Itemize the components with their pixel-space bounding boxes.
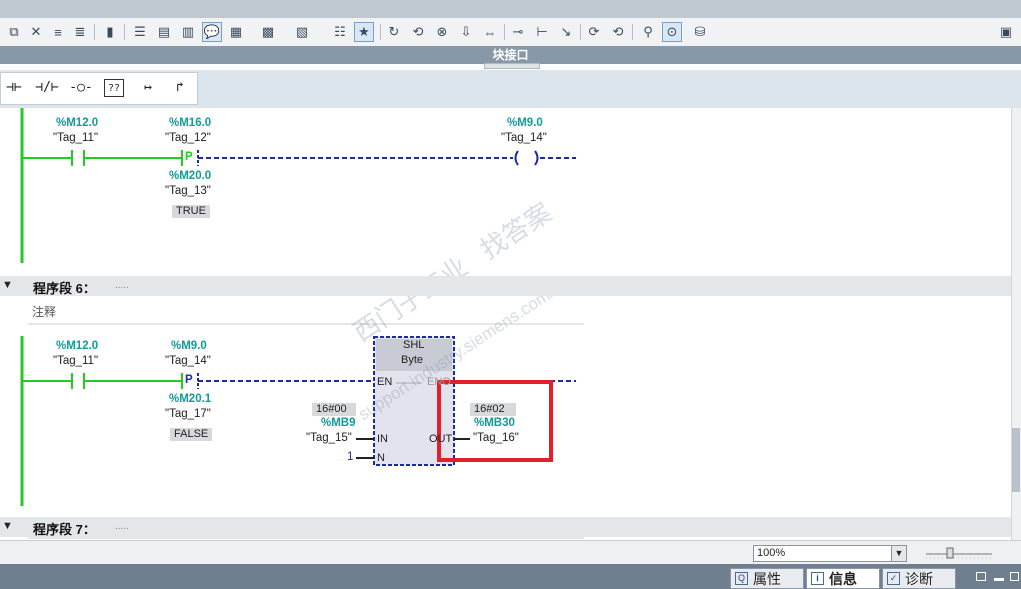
chevron-down-icon[interactable]: ▼	[891, 546, 906, 561]
load-to-icon[interactable]: ▩	[258, 22, 278, 42]
properties-icon: Q	[735, 572, 748, 585]
tag-name[interactable]: "Tag_14"	[165, 355, 211, 367]
collapse-icon[interactable]: ▼	[2, 520, 13, 532]
monitoring-icon[interactable]: ⟲	[608, 22, 628, 42]
load-icon[interactable]: ▦	[226, 22, 246, 42]
close-branch-button[interactable]: ↱	[168, 79, 192, 97]
run-icon[interactable]: ⟳	[584, 22, 604, 42]
network-comment[interactable]: 注释	[32, 303, 56, 320]
coil-left-arc	[514, 150, 519, 166]
pin-out: OUT	[429, 433, 453, 445]
tag-address[interactable]: %M9.0	[507, 117, 543, 129]
networks-on-icon[interactable]: ▤	[154, 22, 174, 42]
download-icon[interactable]: ⇩	[456, 22, 476, 42]
tab-info[interactable]: i 信息	[806, 568, 880, 589]
no-contact-button[interactable]: ⊣⊢	[1, 79, 27, 97]
breakpoint-icon[interactable]: ⊸	[508, 22, 528, 42]
panel-toggle-icon[interactable]: ▣	[996, 22, 1016, 42]
tag-name[interactable]: "Tag_13"	[165, 185, 211, 197]
coil-right-arc	[534, 150, 539, 166]
n-value[interactable]: 1	[347, 451, 353, 463]
connect-icon[interactable]: ⟲	[408, 22, 428, 42]
splitter-handle[interactable]	[484, 63, 540, 69]
pin-in: IN	[377, 433, 388, 445]
insert-row-icon[interactable]: ≡	[48, 22, 68, 42]
step-out-icon[interactable]: ↘	[556, 22, 576, 42]
insert-network-icon[interactable]: ⧉	[4, 22, 24, 42]
tag-name[interactable]: "Tag_11"	[53, 132, 98, 144]
step-icon[interactable]: ⊢	[532, 22, 552, 42]
pin-n: N	[377, 452, 385, 464]
nc-contact-button[interactable]: ⊣/⊢	[32, 79, 62, 97]
network-7-header[interactable]: ▼ 程序段 7： .....	[0, 517, 1011, 537]
list-icon[interactable]: ☷	[330, 22, 350, 42]
restore-icon[interactable]	[976, 572, 986, 581]
editor-toolbar: ⧉ ✕ ≡ ≣ ▮ ☰ ▤ ▥ 💬 ▦ ▩ ▧ ☷ ★ ↻ ⟲ ⊗ ⇩ ⇔ ⊸ …	[0, 18, 1021, 48]
compare-icon[interactable]: ⇔	[480, 22, 500, 42]
p-contact-symbol[interactable]: P	[185, 374, 193, 386]
block-icon[interactable]: ▮	[100, 22, 120, 42]
tag-name[interactable]: "Tag_12"	[165, 132, 211, 144]
delete-network-icon[interactable]: ✕	[26, 22, 46, 42]
monitor-value: 16#02	[470, 403, 516, 416]
empty-box-button[interactable]: ??	[104, 79, 124, 97]
tag-name[interactable]: "Tag_17"	[165, 408, 211, 420]
tag-name[interactable]: "Tag_14"	[501, 132, 547, 144]
box-datatype[interactable]: Byte	[401, 354, 423, 366]
p-contact-symbol[interactable]: P	[185, 151, 193, 163]
tag-address[interactable]: %M16.0	[169, 117, 211, 129]
disconnect-icon[interactable]: ⊗	[432, 22, 452, 42]
zoom-select[interactable]: 100%	[753, 545, 907, 562]
go-to-icon[interactable]: ↻	[384, 22, 404, 42]
monitor-value: 16#00	[312, 403, 356, 416]
pin-eno: ENO	[427, 376, 451, 388]
collapse-icon[interactable]: ▼	[2, 279, 13, 291]
maximize-icon[interactable]	[1010, 572, 1019, 581]
tag-address[interactable]: %M20.1	[169, 393, 211, 405]
network-6-header[interactable]: ▼ 程序段 6： .....	[0, 276, 1011, 296]
tag-address[interactable]: %M12.0	[56, 340, 98, 352]
simulation-icon[interactable]: ⊙	[662, 22, 682, 42]
zoom-slider[interactable]	[924, 546, 994, 562]
coil-button[interactable]: -○-	[66, 79, 96, 97]
comments-toggle-icon[interactable]: 💬	[202, 22, 222, 42]
tab-diagnostics[interactable]: ✓ 诊断	[882, 568, 956, 589]
absolute-operands-icon[interactable]: ☰	[130, 22, 150, 42]
networks-off-icon[interactable]: ▥	[178, 22, 198, 42]
monitor-value: TRUE	[172, 205, 210, 218]
monitor-value: FALSE	[170, 428, 213, 441]
pin-en: EN	[377, 376, 393, 388]
tag-address[interactable]: %M12.0	[56, 117, 98, 129]
tag-address[interactable]: %MB30	[474, 417, 515, 429]
diagnostics-icon: ✓	[887, 572, 900, 585]
scrollbar-thumb[interactable]	[1012, 428, 1020, 492]
tag-address[interactable]: %M9.0	[171, 340, 207, 352]
cylinder-icon[interactable]: ⛁	[690, 22, 710, 42]
ladder-editor[interactable]: 西门子工业 找答案 support.industry.siemens.com/c…	[0, 108, 1011, 540]
monitor-icon[interactable]: ▧	[292, 22, 312, 42]
minimize-icon[interactable]	[994, 578, 1004, 581]
open-branch-button[interactable]: ↦	[136, 79, 160, 97]
tag-name[interactable]: "Tag_11"	[53, 355, 98, 367]
block-interface-title[interactable]: 块接口	[0, 46, 1021, 64]
append-row-icon[interactable]: ≣	[70, 22, 90, 42]
info-icon: i	[811, 572, 824, 585]
tab-properties[interactable]: Q 属性	[730, 568, 804, 589]
tag-name[interactable]: "Tag_15"	[306, 432, 352, 444]
glasses-icon[interactable]: ⚲	[638, 22, 658, 42]
tag-address[interactable]: %M20.0	[169, 170, 211, 182]
tag-name[interactable]: "Tag_16"	[473, 432, 519, 444]
top-strip	[0, 0, 1021, 18]
box-title[interactable]: SHL	[403, 339, 424, 351]
tag-address[interactable]: %MB9	[321, 417, 356, 429]
favorites-icon[interactable]: ★	[354, 22, 374, 42]
